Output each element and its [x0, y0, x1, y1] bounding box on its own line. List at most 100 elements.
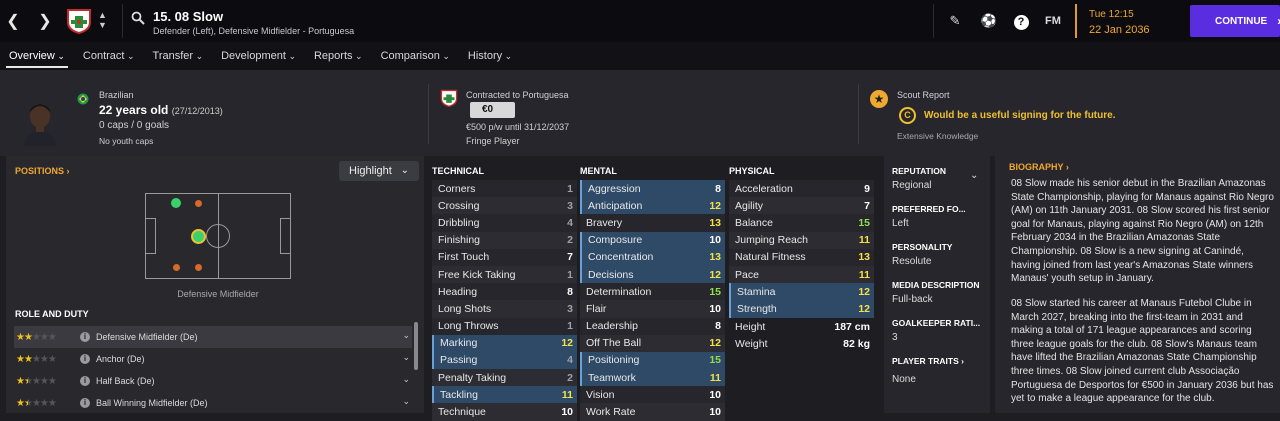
info-icon[interactable]: i — [80, 398, 90, 408]
attribute-row[interactable]: Balance 15 — [729, 214, 874, 232]
tab-reports[interactable]: Reports ⌄ — [305, 42, 372, 70]
player-title-box[interactable]: 15. 08 Slow Defender (Left), Defensive M… — [122, 4, 934, 38]
role-label: Half Back (De) — [96, 376, 155, 386]
position-marker[interactable] — [195, 264, 202, 271]
edit-icon[interactable]: ✎ — [946, 12, 964, 30]
position-marker[interactable] — [195, 200, 202, 207]
chevron-down-icon: ⌄ — [285, 51, 296, 61]
attribute-row[interactable]: Long Throws 1 — [432, 317, 577, 335]
position-marker-selected[interactable] — [191, 229, 206, 244]
tab-history[interactable]: History ⌄ — [459, 42, 521, 70]
info-icon[interactable]: i — [80, 332, 90, 342]
biography-title[interactable]: BIOGRAPHY › — [1009, 162, 1069, 172]
chevron-down-icon: ⌄ — [400, 165, 409, 176]
attribute-row[interactable]: Strength 12 — [729, 300, 874, 318]
chevron-down-icon[interactable]: ⌄ — [402, 330, 410, 341]
attribute-row[interactable]: Agility 7 — [729, 197, 874, 215]
role-row[interactable]: ★★★★★ i Half Back (De) ⌄ — [14, 370, 412, 392]
attribute-row[interactable]: Tackling 11 — [432, 386, 577, 404]
attribute-name: Leadership — [586, 320, 638, 333]
info-icon[interactable]: i — [80, 354, 90, 364]
club-badge-icon[interactable] — [66, 8, 92, 34]
attribute-row[interactable]: Heading 8 — [432, 283, 577, 301]
attribute-row[interactable]: Off The Ball 12 — [580, 334, 725, 352]
tab-development[interactable]: Development ⌄ — [212, 42, 305, 70]
position-marker[interactable] — [173, 264, 180, 271]
attribute-row[interactable]: Free Kick Taking 1 — [432, 265, 577, 284]
attribute-row[interactable]: Dribbling 4 — [432, 214, 577, 232]
attribute-row[interactable]: Aggression 8 — [580, 180, 725, 198]
attribute-row[interactable]: Determination 15 — [580, 283, 725, 301]
attribute-value: 9 — [864, 182, 870, 195]
fm-menu-button[interactable]: FM — [1042, 12, 1064, 30]
attribute-value: 4 — [567, 354, 573, 367]
attribute-name: Agility — [735, 199, 764, 212]
attribute-row[interactable]: Acceleration 9 — [729, 180, 874, 198]
attribute-row[interactable]: Teamwork 11 — [580, 369, 725, 387]
role-row[interactable]: ★★★★★ i Ball Winning Midfielder (De) ⌄ — [14, 392, 412, 414]
attribute-row[interactable]: Leadership 8 — [580, 317, 725, 335]
rating-stars: ★★★★★ — [16, 353, 57, 365]
chevron-down-icon[interactable]: ⌄ — [402, 352, 410, 363]
attribute-row[interactable]: Pace 11 — [729, 265, 874, 284]
player-age: 22 years old (27/12/2013) — [99, 103, 223, 117]
attribute-row[interactable]: Technique 10 — [432, 403, 577, 421]
attribute-row[interactable]: Flair 10 — [580, 300, 725, 318]
attribute-row[interactable]: Concentration 13 — [580, 248, 725, 266]
back-icon[interactable]: ❮ — [2, 10, 24, 32]
attribute-value: 4 — [567, 216, 573, 229]
attribute-row[interactable]: Composure 10 — [580, 231, 725, 249]
attribute-row[interactable]: Long Shots 3 — [432, 300, 577, 318]
attribute-row[interactable]: Penalty Taking 2 — [432, 369, 577, 387]
chevron-down-icon[interactable]: ⌄ — [402, 396, 410, 407]
tab-comparison[interactable]: Comparison ⌄ — [372, 42, 459, 70]
attribute-row[interactable]: Passing 4 — [432, 351, 577, 370]
attribute-name: Aggression — [588, 182, 641, 195]
info-icon[interactable]: i — [80, 376, 90, 386]
attribute-value: 1 — [567, 182, 573, 195]
continue-button[interactable]: CONTINUE» — [1190, 5, 1280, 37]
tab-overview[interactable]: Overview ⌄ — [0, 42, 74, 70]
game-date[interactable]: Tue 12:15 22 Jan 2036 — [1075, 4, 1175, 38]
chevron-down-icon[interactable]: ⌄ — [970, 170, 978, 181]
squad-status: Fringe Player — [466, 136, 520, 146]
mental-list: Aggression 8 Anticipation 12 Bravery 13 Compos… — [580, 180, 725, 421]
tab-contract[interactable]: Contract ⌄ — [74, 42, 144, 70]
traits-title[interactable]: PLAYER TRAITS › — [892, 356, 964, 366]
attribute-row[interactable]: Bravery 13 — [580, 214, 725, 232]
search-icon[interactable] — [131, 11, 145, 25]
attribute-row[interactable]: Work Rate 10 — [580, 403, 725, 421]
tab-transfer[interactable]: Transfer ⌄ — [144, 42, 213, 70]
positions-title[interactable]: POSITIONS › — [15, 166, 70, 176]
ball-icon[interactable]: ⚽ — [980, 12, 998, 30]
attribute-row[interactable]: Positioning 15 — [580, 351, 725, 370]
contract-label: Contracted to Portuguesa — [466, 90, 569, 100]
next-prev-icon[interactable]: ▲ ▼ — [98, 10, 107, 30]
attribute-row[interactable]: Stamina 12 — [729, 283, 874, 301]
attribute-row[interactable]: Anticipation 12 — [580, 197, 725, 215]
foot-value: Left — [892, 218, 909, 229]
attribute-row[interactable]: Jumping Reach 11 — [729, 231, 874, 249]
attribute-row[interactable]: Finishing 2 — [432, 231, 577, 249]
forward-icon[interactable]: ❯ — [34, 10, 56, 32]
media-label: MEDIA DESCRIPTION — [892, 280, 980, 290]
attribute-row[interactable]: Vision 10 — [580, 386, 725, 404]
rating-stars: ★★★★★ — [16, 375, 57, 387]
role-label: Anchor (De) — [96, 354, 145, 364]
attribute-row[interactable]: First Touch 7 — [432, 248, 577, 266]
attribute-row[interactable]: Crossing 3 — [432, 197, 577, 215]
value-badge[interactable]: €0 — [470, 102, 515, 118]
scrollbar[interactable] — [414, 322, 418, 370]
attribute-name: Positioning — [588, 354, 640, 367]
role-row[interactable]: ★★★★★ i Anchor (De) ⌄ — [14, 348, 412, 370]
attribute-row[interactable]: Marking 12 — [432, 334, 577, 352]
attribute-row[interactable]: Natural Fitness 13 — [729, 248, 874, 266]
position-marker[interactable] — [171, 198, 181, 208]
highlight-dropdown[interactable]: Highlight ⌄ — [339, 161, 419, 181]
help-icon[interactable]: ? — [1012, 12, 1030, 30]
chevron-down-icon[interactable]: ⌄ — [402, 374, 410, 385]
role-row[interactable]: ★★★★★ i Defensive Midfielder (De) ⌄ — [14, 326, 412, 348]
attribute-row[interactable]: Decisions 12 — [580, 265, 725, 284]
attribute-row[interactable]: Corners 1 — [432, 180, 577, 198]
positions-title-label: POSITIONS — [15, 166, 65, 176]
